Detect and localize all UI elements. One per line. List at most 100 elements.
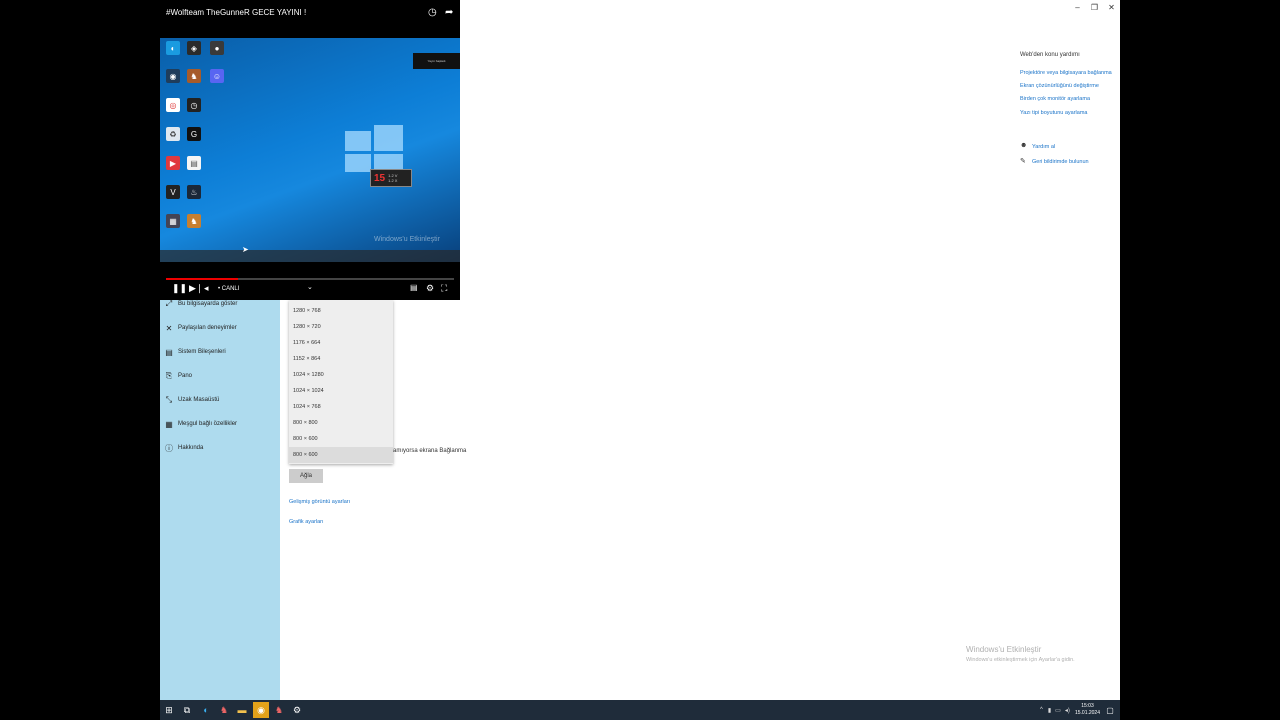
system-tray: ^ ▮ ▭ ◂) [1040,700,1070,720]
app-red-icon: ▶ [166,156,180,170]
window-controls: – ❐ ✕ [1069,0,1120,16]
video-progress-bar[interactable] [166,278,454,280]
gear-icon: ⚙ [292,704,302,715]
taskbar-obs[interactable]: ◉ [253,702,269,718]
system-components-icon: ▤ [165,347,173,357]
close-button[interactable]: ✕ [1103,0,1120,16]
taskbar-clock[interactable]: 15:03 15.01.2024 [1075,703,1100,717]
multiple-displays-text: amıyorsa ekrana Bağlanma [393,448,467,454]
chevron-up-icon[interactable]: ^ [1040,707,1043,713]
sidebar-item-system-components[interactable]: ▤ Sistem Bileşenleri [160,344,280,360]
stream-notification: Yayın başladı [413,53,460,69]
taskbar: ⊞ ⧉ ◐ ♞ ▬ ◉ ♞ ⚙ ^ ▮ ▭ ◂) 15:03 15.01.202… [160,700,1120,720]
get-help-link[interactable]: Yardım al [1032,144,1055,150]
help-icon: ☻ [1020,142,1028,149]
resolution-option[interactable]: 1176 × 664 [289,335,393,351]
clock-time: 15:03 [1081,703,1094,709]
fps-overlay: 15 1.2 V 1.2 X [370,169,412,187]
project-icon: ⤢ [165,299,173,308]
played-bar [166,278,238,280]
task-view-icon: ⧉ [183,704,191,715]
graphics-settings-link[interactable]: Grafik ayarları [289,519,324,525]
video-desktop-frame: ◐ ◈ ● ◉ ♞ ☺ ◎ ◷ ♻ G ▶ ▤ V ♨ ▦ ♞ Yayın ba… [160,38,460,262]
sidebar-item-clipboard[interactable]: ⎘ Pano [160,368,280,384]
sidebar-item-label: Hakkında [178,445,204,451]
taskbar-edge[interactable]: ◐ [198,702,214,718]
discord-icon: ☺ [210,69,224,83]
sidebar-item-label: Meşgul bağlı özellikler [178,421,238,427]
taskbar-app-game[interactable]: ♞ [216,702,232,718]
resolution-option[interactable]: 1024 × 768 [289,399,393,415]
windows-icon: ⊞ [165,704,173,715]
nvidia-icon: ◈ [187,41,201,55]
resolution-option[interactable]: 1280 × 720 [289,319,393,335]
help-link-multiple-monitors[interactable]: Birden çok monitör ayarlama [1020,96,1090,102]
windows-logo-icon [345,123,403,175]
clipboard-icon: ⎘ [165,371,173,380]
advanced-display-settings-link[interactable]: Gelişmiş görüntü ayarları [289,499,350,505]
sidebar-item-optional-features[interactable]: ▦ Meşgul bağlı özellikler [160,416,280,432]
activation-watermark-subtitle: Windows'u etkinleştirmek için Ayarlar'a … [966,657,1075,663]
desktop-activation-watermark: Windows'u Etkinleştir [374,236,440,243]
obs-icon: ◉ [257,704,265,715]
sidebar-item-label: Paylaşılan deneyimler [178,325,237,331]
app-icon: ● [210,41,224,55]
about-icon: ⓘ [165,443,173,453]
sidebar-item-about[interactable]: ⓘ Hakkında [160,440,280,456]
sidebar-item-remote-desktop[interactable]: ⤡ Uzak Masaüstü [160,392,280,408]
resolution-option[interactable]: 800 × 600 [289,431,393,447]
network-icon[interactable]: ▭ [1055,707,1061,714]
resolution-option[interactable]: 1024 × 1280 [289,367,393,383]
resolution-option[interactable]: 1152 × 864 [289,351,393,367]
resolution-option[interactable]: 1024 × 1024 [289,383,393,399]
taskbar-settings[interactable]: ⚙ [289,702,305,718]
video-title: #Wolfteam TheGunneR GECE YAYINI ! [166,8,307,17]
taskbar-file-explorer[interactable]: ▬ [234,702,250,718]
resolution-option[interactable]: 800 × 800 [289,415,393,431]
optional-features-icon: ▦ [165,419,173,429]
help-link-font-size[interactable]: Yazı tipi boyutunu ayarlama [1020,110,1087,116]
resolution-option-selected[interactable]: 800 × 600 [289,447,393,463]
chrome-icon: ◎ [166,98,180,112]
next-icon[interactable]: ▶❘ [189,283,203,294]
taskbar-app-game-2[interactable]: ♞ [271,702,287,718]
valorant-icon: V [166,185,180,199]
sidebar-item-label: Bu bilgisayarda göster [178,301,238,307]
chevron-down-icon[interactable]: ⌄ [307,283,313,291]
fps-details: 1.2 V 1.2 X [388,173,398,183]
help-link-projector[interactable]: Projektöre veya bilgisayara bağlanma [1020,70,1112,76]
start-button[interactable]: ⊞ [161,702,177,718]
clock-app-icon: ◷ [187,98,201,112]
sidebar-item-label: Sistem Bileşenleri [178,349,226,355]
apply-button[interactable]: Ağla [289,469,323,483]
give-feedback-link[interactable]: Geri bildirimde bulunun [1032,159,1089,165]
share-icon[interactable]: ➦ [445,7,453,18]
sidebar-item-label: Uzak Masaüstü [178,397,220,403]
shared-experiences-icon: ✕ [165,323,173,333]
steam-icon: ♨ [187,185,201,199]
resolution-option[interactable]: 1280 × 768 [289,303,393,319]
video-player[interactable]: #Wolfteam TheGunneR GECE YAYINI ! ◷ ➦ ◐ … [160,0,460,300]
game-app-icon: ♞ [274,704,284,715]
pause-icon[interactable]: ❚❚ [172,283,187,294]
volume-icon[interactable]: ◂) [1065,707,1070,714]
help-link-resolution[interactable]: Ekran çözünürlüğünü değiştirme [1020,83,1099,89]
notification-center-button[interactable]: ▢ [1102,702,1118,718]
clock-date: 15.01.2024 [1074,710,1100,716]
task-view-button[interactable]: ⧉ [179,702,195,718]
gear-icon[interactable]: ⚙ [426,283,434,294]
fullscreen-icon[interactable]: ⛶ [441,283,447,294]
maximize-button[interactable]: ❐ [1086,0,1103,16]
edge-icon: ◐ [166,41,180,55]
sidebar-item-shared-experiences[interactable]: ✕ Paylaşılan deneyimler [160,320,280,336]
watch-later-icon[interactable]: ◷ [428,7,437,18]
minimize-button[interactable]: – [1069,0,1086,16]
volume-icon[interactable]: ◂ [204,283,209,294]
obs-icon: ◉ [166,69,180,83]
resolution-dropdown-list[interactable]: 1280 × 768 1280 × 720 1176 × 664 1152 × … [289,300,393,464]
folder-icon: ▬ [237,705,247,715]
edge-icon: ◐ [203,705,209,715]
microphone-icon[interactable]: ▮ [1048,707,1051,714]
mouse-cursor-icon: ➤ [242,245,249,254]
subtitles-icon[interactable]: ▤ [410,283,418,292]
